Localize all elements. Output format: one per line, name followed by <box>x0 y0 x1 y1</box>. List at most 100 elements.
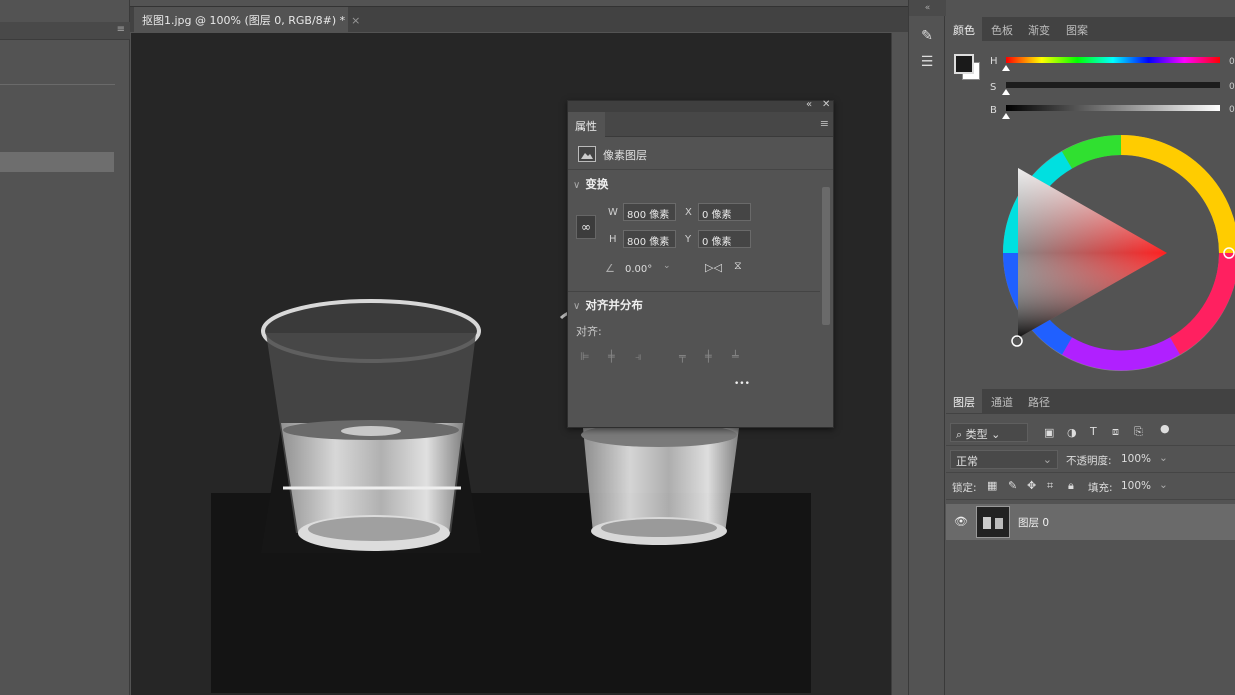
b-slider-label: B <box>990 105 997 116</box>
opacity-label: 不透明度: <box>1066 455 1112 467</box>
flip-vertical-icon[interactable]: ⧖ <box>734 259 742 273</box>
blend-mode-select[interactable]: 正常 ⌄ <box>950 450 1058 469</box>
divider <box>0 84 115 85</box>
tab-gradients[interactable]: 渐变 <box>1021 17 1057 41</box>
color-wheel[interactable] <box>996 128 1235 378</box>
document-tabbar: 抠图1.jpg @ 100% (图层 0, RGB/8#) * × <box>130 6 908 33</box>
align-hcenter-icon[interactable]: ╪ <box>608 350 615 363</box>
search-icon: ⌕ <box>956 428 966 441</box>
fill-value[interactable]: 100% <box>1121 480 1151 492</box>
selected-item[interactable] <box>0 152 114 172</box>
transform-section-header[interactable]: ∨ 变换 <box>573 176 608 192</box>
canvas-scrollbar[interactable] <box>891 33 908 695</box>
smart-object-filter-icon[interactable]: ⎘ <box>1134 425 1143 439</box>
width-field[interactable]: 800 像素 <box>623 203 676 221</box>
layer-type-label: 像素图层 <box>603 149 647 162</box>
s-slider-label: S <box>990 82 997 93</box>
collapse-icon[interactable]: « <box>806 99 812 110</box>
y-label: Y <box>685 234 692 245</box>
collapse-icon[interactable]: « <box>909 0 946 16</box>
b-value[interactable]: 0 <box>1229 105 1235 115</box>
lock-all-icon[interactable]: 🔒︎ <box>1068 479 1074 493</box>
h-label: H <box>609 234 617 245</box>
lock-artboard-icon[interactable]: ⌗ <box>1047 479 1053 493</box>
angle-icon: ∠ <box>605 262 615 275</box>
transform-title: 变换 <box>585 177 609 191</box>
more-options-icon[interactable]: ••• <box>734 379 750 389</box>
saturation-slider-thumb[interactable] <box>1002 89 1010 95</box>
chevron-down-icon[interactable]: ⌄ <box>1159 452 1168 464</box>
lock-pixels-icon[interactable]: ✎ <box>1008 479 1017 492</box>
tab-patterns[interactable]: 图案 <box>1059 17 1095 41</box>
x-field[interactable]: 0 像素 <box>698 203 751 221</box>
left-panel: ≡ <box>0 0 130 695</box>
angle-value[interactable]: 0.00° <box>625 264 652 275</box>
document-tab-title: 抠图1.jpg @ 100% (图层 0, RGB/8#) * <box>142 14 346 27</box>
tab-properties[interactable]: 属性 <box>568 112 605 137</box>
y-field[interactable]: 0 像素 <box>698 230 751 248</box>
tab-color[interactable]: 颜色 <box>946 17 982 41</box>
chevron-down-icon[interactable]: ⌄ <box>1159 479 1168 491</box>
align-vcenter-icon[interactable]: ╪ <box>705 350 712 363</box>
hue-slider[interactable] <box>1006 57 1220 63</box>
properties-scrollbar[interactable] <box>822 187 830 325</box>
layer-name[interactable]: 图层 0 <box>1018 515 1049 530</box>
properties-tabrow: 属性 ≡ <box>568 112 833 137</box>
tab-swatches[interactable]: 色板 <box>984 17 1020 41</box>
align-label: 对齐: <box>576 325 602 338</box>
adjustments-icon[interactable]: ☰ <box>915 54 939 76</box>
close-icon[interactable]: × <box>351 14 360 27</box>
menu-icon[interactable]: ≡ <box>117 24 125 35</box>
flip-horizontal-icon[interactable]: ▷◁ <box>705 261 722 274</box>
brightness-slider[interactable] <box>1006 105 1220 111</box>
adjustment-filter-icon[interactable]: ◑ <box>1067 426 1077 439</box>
h-slider-label: H <box>990 56 998 67</box>
filter-toggle-icon[interactable]: ● <box>1160 422 1170 435</box>
layer-filter-row: ⌕ 类型 ⌄ ▣ ◑ T ⧈ ⎘ ● <box>946 420 1235 446</box>
fill-label: 填充: <box>1088 482 1113 494</box>
type-filter-icon[interactable]: T <box>1090 425 1097 438</box>
blend-mode-value: 正常 <box>956 455 978 468</box>
chevron-down-icon[interactable]: ⌄ <box>663 261 671 271</box>
hue-slider-thumb[interactable] <box>1002 65 1010 71</box>
panel-menu-icon[interactable]: ≡ <box>820 117 829 130</box>
s-value[interactable]: 0 <box>1229 82 1235 92</box>
h-value[interactable]: 0 <box>1229 57 1235 67</box>
document-tab[interactable]: 抠图1.jpg @ 100% (图层 0, RGB/8#) * × <box>134 7 360 33</box>
w-label: W <box>608 207 618 218</box>
layers-panel-tabs: 图层 通道 路径 <box>946 389 1235 414</box>
layer-row[interactable]: 👁︎ 图层 0 <box>946 504 1235 540</box>
properties-titlebar[interactable]: « ✕ <box>568 99 833 112</box>
layer-thumbnail <box>976 506 1010 538</box>
x-label: X <box>685 207 692 218</box>
align-section-header[interactable]: ∨ 对齐并分布 <box>573 297 643 313</box>
align-left-icon[interactable]: ⊫ <box>580 350 590 363</box>
eye-icon[interactable]: 👁︎ <box>954 515 968 528</box>
align-right-icon[interactable]: ⫣ <box>635 350 642 364</box>
divider <box>568 169 833 170</box>
align-top-icon[interactable]: ╤ <box>679 350 686 363</box>
tab-paths[interactable]: 路径 <box>1021 389 1057 413</box>
chevron-down-icon: ∨ <box>573 180 581 191</box>
chevron-down-icon: ∨ <box>573 301 581 312</box>
lock-position-icon[interactable]: ✥ <box>1027 479 1036 492</box>
opacity-value[interactable]: 100% <box>1121 453 1151 465</box>
height-field[interactable]: 800 像素 <box>623 230 676 248</box>
tab-layers[interactable]: 图层 <box>946 389 982 413</box>
close-icon[interactable]: ✕ <box>822 99 830 110</box>
saturation-slider[interactable] <box>1006 82 1220 88</box>
lock-row: 锁定: ▦ ✎ ✥ ⌗ 🔒︎ 填充: 100% ⌄ <box>946 474 1235 500</box>
right-panels: 颜色 色板 渐变 图案 H 0 S 0 B 0 图层 通道 路径 ⌕ 类型 ⌄ … <box>946 0 1235 695</box>
tab-channels[interactable]: 通道 <box>984 389 1020 413</box>
brightness-slider-thumb[interactable] <box>1002 113 1010 119</box>
layer-filter-select[interactable]: ⌕ 类型 ⌄ <box>950 423 1028 442</box>
shape-filter-icon[interactable]: ⧈ <box>1112 425 1119 439</box>
align-bottom-icon[interactable]: ╧ <box>732 350 739 363</box>
foreground-color-swatch[interactable] <box>954 54 974 74</box>
brush-settings-icon[interactable]: ✎ <box>915 28 939 50</box>
align-title: 对齐并分布 <box>585 298 643 312</box>
divider <box>568 291 820 292</box>
link-icon[interactable]: ∞ <box>576 215 596 239</box>
lock-transparent-icon[interactable]: ▦ <box>987 479 997 492</box>
image-filter-icon[interactable]: ▣ <box>1044 426 1054 439</box>
